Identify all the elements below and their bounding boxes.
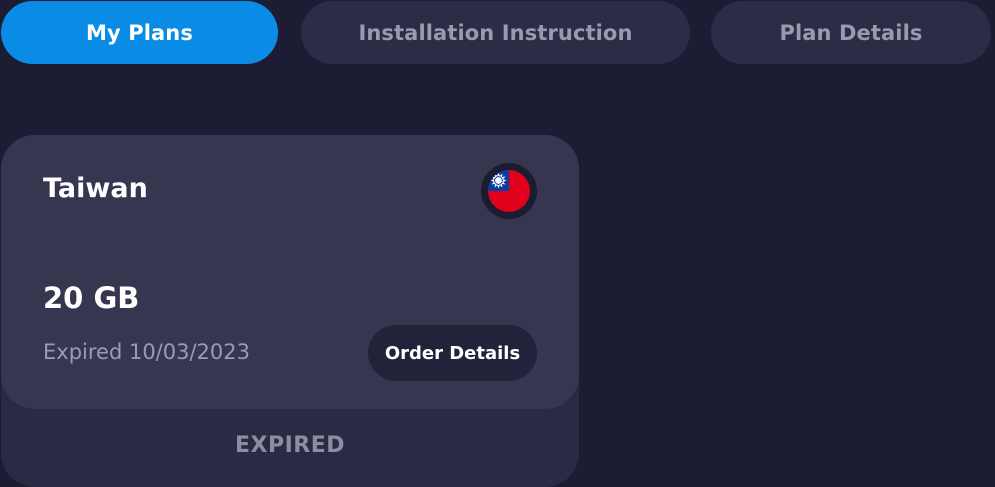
plan-country: Taiwan [43, 173, 148, 204]
plan-data-amount: 20 GB [43, 281, 140, 315]
plan-card[interactable]: Taiwan 20 GB Expired 10/03/2023 Order De… [1, 135, 579, 409]
order-details-button[interactable]: Order Details [368, 325, 537, 381]
tab-plan-details[interactable]: Plan Details [711, 1, 991, 64]
tab-bar: My Plans Installation Instruction Plan D… [1, 1, 991, 64]
page: My Plans Installation Instruction Plan D… [0, 0, 995, 487]
plan-expiry-date: Expired 10/03/2023 [43, 340, 250, 364]
tab-installation-instruction[interactable]: Installation Instruction [301, 1, 690, 64]
taiwan-flag-icon [481, 163, 537, 219]
plan-item: Taiwan 20 GB Expired 10/03/2023 Order De… [1, 135, 579, 487]
tab-my-plans[interactable]: My Plans [1, 1, 278, 64]
plan-status-label: EXPIRED [234, 433, 346, 458]
